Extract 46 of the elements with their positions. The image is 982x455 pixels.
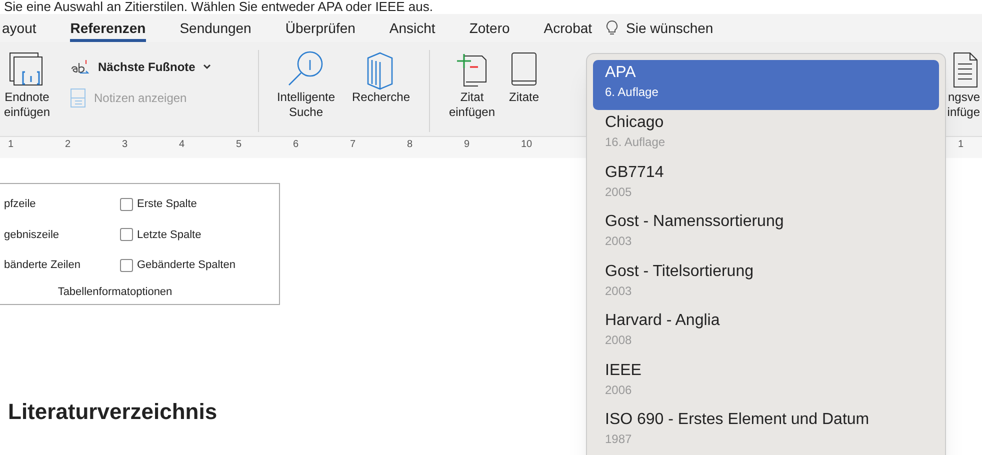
ribbon-tab[interactable]: Acrobat bbox=[544, 14, 592, 42]
ruler-number: 10 bbox=[521, 138, 534, 152]
ruler-number: 3 bbox=[122, 138, 129, 152]
ribbon-tab[interactable]: ayout bbox=[2, 14, 36, 42]
ruler-number: 5 bbox=[236, 138, 243, 152]
option-checkbox[interactable]: Gebänderte Spalten bbox=[120, 257, 279, 274]
ribbon-tab[interactable]: Zotero bbox=[469, 14, 510, 42]
option-checkbox[interactable]: Letzte Spalte bbox=[120, 226, 279, 243]
ruler-number: 6 bbox=[293, 138, 300, 152]
ruler-number: 2 bbox=[65, 138, 72, 152]
notes-icon bbox=[70, 88, 86, 108]
citations-button[interactable]: Zitate bbox=[502, 50, 546, 105]
option-label: gebniszeile bbox=[3, 228, 60, 242]
ruler-number: 7 bbox=[350, 138, 357, 152]
footnote-icon bbox=[70, 59, 90, 75]
caption-text: Sie eine Auswahl an Zitierstilen. Wählen Sie entweder APA oder IEEE aus. bbox=[4, 0, 433, 14]
option-label: pfzeile bbox=[3, 197, 37, 212]
citation-style-item[interactable]: ISO 690 - Erstes Element und Datum 1987 bbox=[593, 407, 939, 455]
ribbon-tab[interactable]: Ansicht bbox=[389, 14, 436, 42]
citation-style-item[interactable]: Chicago 16. Auflage bbox=[593, 110, 939, 160]
group-title: Tabellenformatoptionen bbox=[56, 284, 174, 300]
ruler-number: 8 bbox=[407, 138, 414, 152]
bibliography-heading: Literaturverzeichnis bbox=[8, 398, 218, 426]
smart-lookup-button[interactable]: Intelligente Suche bbox=[267, 50, 345, 120]
ruler-number: 4 bbox=[179, 138, 186, 152]
option-label: bänderte Zeilen bbox=[3, 258, 82, 273]
ruler-number: 1 bbox=[958, 138, 964, 152]
chevron-down-icon bbox=[203, 64, 212, 70]
citation-style-item[interactable]: GB7714 2005 bbox=[593, 160, 939, 209]
lightbulb-icon bbox=[606, 20, 618, 36]
citation-style-item[interactable]: APA 6. Auflage bbox=[593, 60, 939, 110]
ribbon-tab[interactable]: Überprüfen bbox=[285, 14, 356, 42]
option-checkbox[interactable]: Erste Spalte bbox=[120, 196, 279, 212]
citation-style-item[interactable]: Gost - Titelsortierung 2003 bbox=[593, 258, 939, 308]
researcher-button[interactable]: Recherche bbox=[345, 50, 417, 105]
next-footnote-button[interactable]: Nächste Fußnote bbox=[70, 58, 250, 76]
bibliography-button[interactable]: ngsve infüge bbox=[947, 50, 982, 120]
ruler-number: 9 bbox=[464, 138, 471, 152]
ribbon-tab[interactable]: Sendungen bbox=[180, 14, 252, 42]
citation-style-item[interactable]: IEEE 2006 bbox=[593, 358, 939, 407]
citation-style-item[interactable]: Gost - Namenssortierung 2003 bbox=[593, 209, 939, 258]
ruler-number: 1 bbox=[8, 138, 15, 152]
insert-citation-button[interactable]: Zitat einfügen bbox=[442, 50, 502, 120]
insert-endnote-button[interactable]: Endnote einfügen bbox=[0, 50, 62, 120]
tell-me-field[interactable]: Sie wünschen bbox=[626, 18, 714, 38]
citation-style-item[interactable]: Harvard - Anglia 2008 bbox=[593, 308, 939, 358]
